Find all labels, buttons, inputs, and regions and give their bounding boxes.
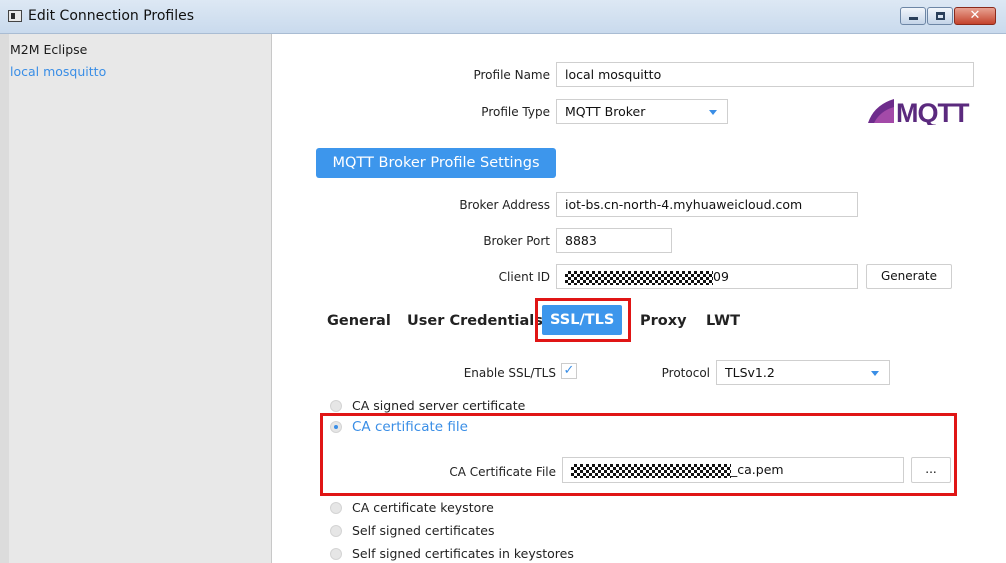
enable-ssl-label: Enable SSL/TLS — [463, 366, 556, 380]
broker-address-label: Broker Address — [459, 198, 550, 212]
profile-type-select[interactable]: MQTT Broker — [556, 99, 728, 124]
broker-port-label: Broker Port — [483, 234, 550, 248]
close-button[interactable]: ✕ — [954, 7, 996, 25]
maximize-icon — [936, 12, 945, 20]
protocol-select[interactable]: TLSv1.2 — [716, 360, 890, 385]
profile-name-label: Profile Name — [473, 68, 550, 82]
profile-type-label: Profile Type — [481, 105, 550, 119]
client-id-suffix: 09 — [713, 269, 729, 284]
broker-port-field[interactable]: 8883 — [556, 228, 672, 253]
window-title: Edit Connection Profiles — [28, 8, 195, 24]
enable-ssl-checkbox[interactable]: ✓ — [561, 363, 577, 379]
checkmark-icon: ✓ — [563, 363, 575, 378]
client-id-field[interactable]: 09 — [556, 264, 858, 289]
protocol-label: Protocol — [661, 366, 710, 380]
mqtt-logo: MQTT — [868, 98, 971, 125]
minimize-icon — [909, 17, 918, 20]
option-self-signed-certificates-in-keystores[interactable]: Self signed certificates in keystores — [330, 546, 574, 561]
tab-proxy[interactable]: Proxy — [640, 313, 687, 329]
radio-button — [330, 502, 342, 514]
ca-file-highlight — [320, 413, 957, 496]
option-self-signed-certificates[interactable]: Self signed certificates — [330, 523, 495, 538]
tab-lwt[interactable]: LWT — [706, 313, 740, 329]
client-id-label: Client ID — [498, 270, 550, 284]
option-label: CA signed server certificate — [352, 398, 526, 413]
option-label: Self signed certificates — [352, 523, 495, 538]
option-label: Self signed certificates in keystores — [352, 546, 574, 561]
profile-list: M2M Eclipse local mosquitto — [0, 34, 272, 563]
tab-user-credentials[interactable]: User Credentials — [407, 313, 543, 329]
close-icon: ✕ — [969, 8, 981, 23]
ssl-tab-highlight — [535, 298, 631, 342]
mqtt-logo-text: MQTT — [896, 98, 970, 125]
app-icon — [8, 10, 22, 22]
option-label: CA certificate keystore — [352, 500, 494, 515]
minimize-button[interactable] — [900, 7, 926, 25]
tab-general[interactable]: General — [327, 313, 391, 329]
sidebar-scroll-gutter — [0, 34, 9, 563]
protocol-value: TLSv1.2 — [725, 365, 775, 380]
radio-button — [330, 400, 342, 412]
redacted-client-id — [565, 270, 713, 285]
maximize-button[interactable] — [927, 7, 953, 25]
radio-button — [330, 548, 342, 560]
profile-type-value: MQTT Broker — [565, 104, 646, 119]
option-ca-certificate-keystore[interactable]: CA certificate keystore — [330, 500, 494, 515]
dropdown-caret-icon — [709, 110, 717, 115]
window-controls: ✕ — [899, 7, 996, 25]
profile-name-field[interactable]: local mosquitto — [556, 62, 974, 87]
option-ca-signed-server-certificate[interactable]: CA signed server certificate — [330, 398, 525, 413]
sidebar-item-m2m-eclipse[interactable]: M2M Eclipse — [10, 42, 87, 57]
broker-address-field[interactable]: iot-bs.cn-north-4.myhuaweicloud.com — [556, 192, 858, 217]
radio-button — [330, 525, 342, 537]
broker-settings-header: MQTT Broker Profile Settings — [316, 148, 556, 178]
title-bar: Edit Connection Profiles ✕ — [0, 0, 1006, 34]
dropdown-caret-icon — [871, 371, 879, 376]
sidebar-item-local-mosquitto[interactable]: local mosquitto — [10, 64, 106, 79]
generate-button[interactable]: Generate — [866, 264, 952, 289]
